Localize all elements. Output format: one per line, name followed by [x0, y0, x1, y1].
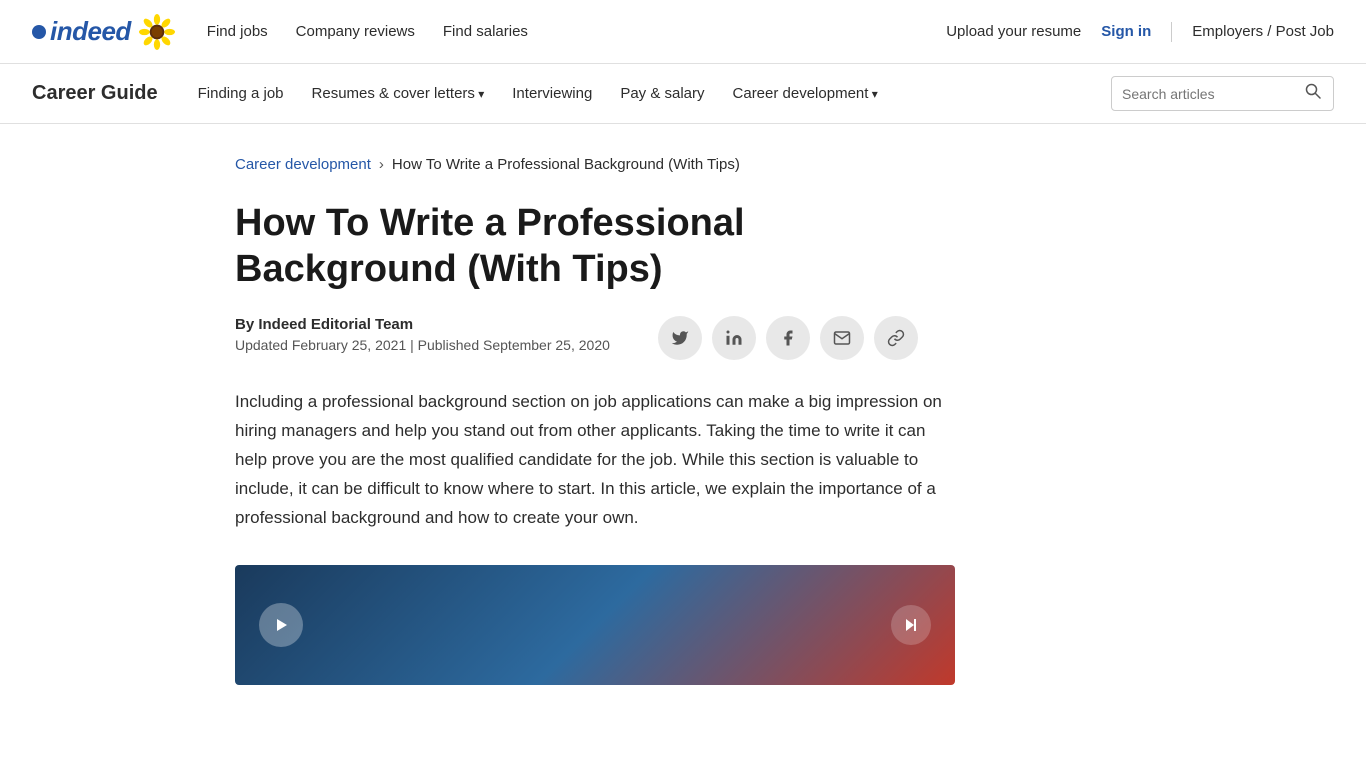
indeed-logo[interactable]: indeed: [32, 16, 131, 47]
share-link-button[interactable]: [874, 316, 918, 360]
find-salaries-link[interactable]: Find salaries: [443, 23, 528, 40]
search-submit-button[interactable]: [1303, 83, 1323, 104]
career-guide-title: Career Guide: [32, 82, 158, 105]
main-content: Career development › How To Write a Prof…: [203, 124, 1163, 685]
share-linkedin-button[interactable]: [712, 316, 756, 360]
video-play-button[interactable]: [259, 603, 303, 647]
search-box[interactable]: [1111, 76, 1334, 111]
indeed-logo-text: indeed: [50, 16, 131, 47]
share-email-button[interactable]: [820, 316, 864, 360]
share-twitter-button[interactable]: [658, 316, 702, 360]
nav-divider: [1171, 22, 1172, 42]
sign-in-link[interactable]: Sign in: [1101, 23, 1151, 40]
author-info: By Indeed Editorial Team Updated Februar…: [235, 316, 610, 353]
share-facebook-button[interactable]: [766, 316, 810, 360]
article-intro: Including a professional background sect…: [235, 388, 955, 532]
company-reviews-link[interactable]: Company reviews: [296, 23, 415, 40]
find-jobs-link[interactable]: Find jobs: [207, 23, 268, 40]
facebook-icon: [779, 329, 797, 347]
article-title: How To Write a Professional Background (…: [235, 201, 955, 292]
career-guide-navigation: Career Guide Finding a job Resumes & cov…: [0, 64, 1366, 124]
breadcrumb-parent-link[interactable]: Career development: [235, 156, 371, 173]
top-nav-links: Find jobs Company reviews Find salaries: [207, 23, 946, 40]
video-placeholder: [235, 565, 955, 685]
email-icon: [833, 329, 851, 347]
employers-link[interactable]: Employers / Post Job: [1192, 23, 1334, 40]
forward-icon: [903, 617, 919, 633]
career-nav-links: Finding a job Resumes & cover letters In…: [198, 85, 1079, 102]
career-development-link[interactable]: Career development: [733, 85, 878, 102]
play-icon: [273, 617, 289, 633]
author-name: By Indeed Editorial Team: [235, 316, 610, 333]
sunflower-icon: [139, 14, 175, 50]
upload-resume-link[interactable]: Upload your resume: [946, 23, 1081, 40]
search-articles-input[interactable]: [1122, 86, 1303, 102]
search-icon: [1305, 83, 1321, 99]
indeed-dot-icon: [32, 25, 46, 39]
logo-area: indeed: [32, 14, 175, 50]
finding-a-job-link[interactable]: Finding a job: [198, 85, 284, 102]
link-icon: [887, 329, 905, 347]
twitter-icon: [671, 329, 689, 347]
top-navigation: indeed Find jobs Company reviews Find sa…: [0, 0, 1366, 64]
pay-salary-link[interactable]: Pay & salary: [620, 85, 704, 102]
breadcrumb-separator: ›: [379, 156, 384, 173]
article-meta: By Indeed Editorial Team Updated Februar…: [235, 316, 1131, 360]
resumes-cover-letters-link[interactable]: Resumes & cover letters: [312, 85, 485, 102]
top-nav-right: Upload your resume Sign in Employers / P…: [946, 22, 1334, 42]
breadcrumb-current: How To Write a Professional Background (…: [392, 156, 740, 173]
interviewing-link[interactable]: Interviewing: [512, 85, 592, 102]
video-forward-button[interactable]: [891, 605, 931, 645]
article-dates: Updated February 25, 2021 | Published Se…: [235, 337, 610, 353]
breadcrumb: Career development › How To Write a Prof…: [235, 156, 1131, 173]
share-buttons: [658, 316, 918, 360]
linkedin-icon: [725, 329, 743, 347]
